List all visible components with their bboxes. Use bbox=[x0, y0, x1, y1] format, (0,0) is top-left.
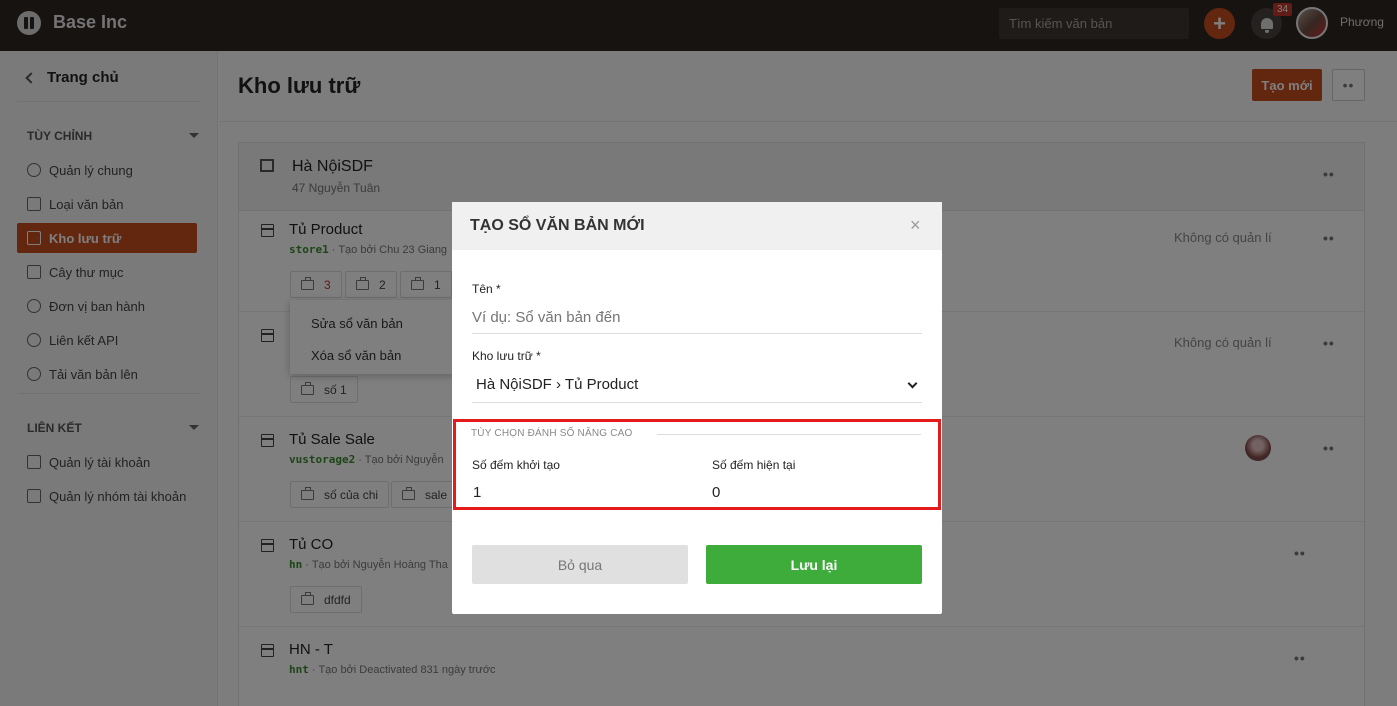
cancel-button[interactable]: Bỏ qua bbox=[472, 545, 688, 584]
storage-select[interactable]: Hà NộiSDF › Tủ Product bbox=[476, 376, 638, 393]
start-count-input[interactable]: 1 bbox=[473, 484, 481, 501]
name-label: Tên * bbox=[472, 282, 501, 296]
current-count-label: Số đếm hiện tại bbox=[712, 458, 796, 472]
advanced-options-title: TÙY CHỌN ĐÁNH SỐ NÂNG CAO bbox=[471, 428, 633, 439]
close-icon[interactable]: × bbox=[910, 215, 921, 236]
current-count-input[interactable]: 0 bbox=[712, 484, 720, 501]
start-count-label: Số đếm khởi tạo bbox=[472, 458, 560, 472]
select-underline bbox=[472, 402, 922, 403]
chevron-down-icon[interactable] bbox=[907, 378, 918, 389]
storage-label: Kho lưu trữ * bbox=[472, 349, 541, 363]
save-button[interactable]: Lưu lại bbox=[706, 545, 922, 584]
advanced-divider bbox=[657, 434, 921, 435]
input-underline bbox=[472, 333, 922, 334]
name-input[interactable] bbox=[472, 306, 922, 328]
dialog-title: TẠO SỔ VĂN BẢN MỚI bbox=[470, 217, 645, 234]
dialog-header: TẠO SỔ VĂN BẢN MỚI × bbox=[452, 202, 942, 250]
create-book-dialog: TẠO SỔ VĂN BẢN MỚI × Tên * Kho lưu trữ *… bbox=[452, 202, 942, 614]
